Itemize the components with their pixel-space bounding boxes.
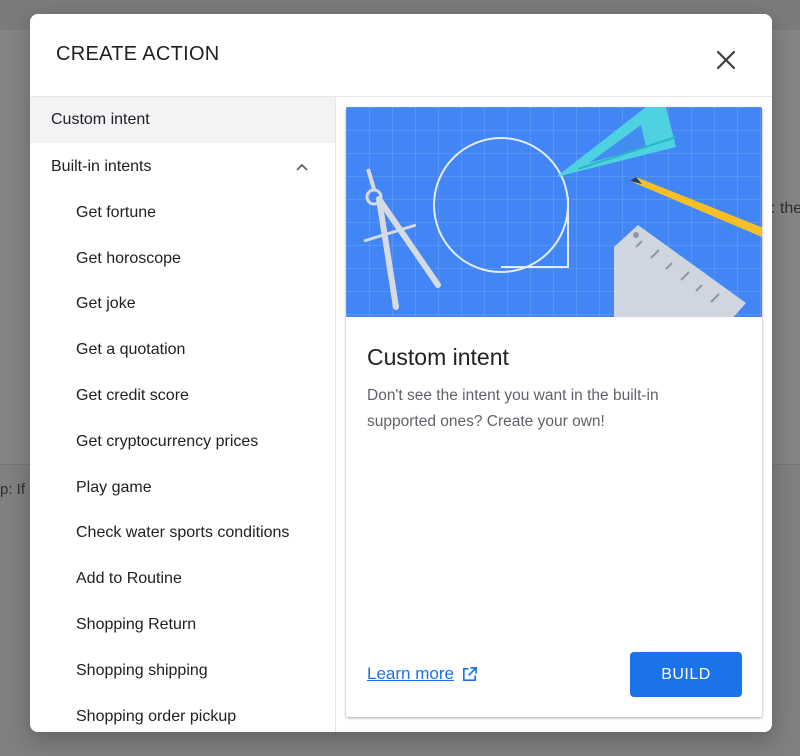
chevron-up-icon bbox=[296, 163, 308, 171]
intent-detail-card: Custom intent Don't see the intent you w… bbox=[346, 107, 762, 717]
build-button[interactable]: BUILD bbox=[630, 652, 742, 697]
sidebar-item-play-game[interactable]: Play game bbox=[30, 465, 335, 511]
detail-description: Don't see the intent you want in the bui… bbox=[367, 387, 659, 430]
dialog-header: CREATE ACTION bbox=[30, 14, 772, 97]
sidebar-item-label: Built-in intents bbox=[51, 158, 152, 175]
detail-title: Custom intent bbox=[367, 344, 509, 370]
sidebar-item-shopping-return[interactable]: Shopping Return bbox=[30, 602, 335, 648]
close-button[interactable] bbox=[710, 44, 742, 76]
background-text-fragment: : the bbox=[771, 200, 800, 217]
sidebar-item-get-horoscope[interactable]: Get horoscope bbox=[30, 236, 335, 282]
dialog-title: CREATE ACTION bbox=[56, 43, 220, 65]
sidebar-item-shopping-order-pickup[interactable]: Shopping order pickup bbox=[30, 694, 335, 732]
sidebar-item-get-joke[interactable]: Get joke bbox=[30, 282, 335, 328]
sidebar-item-get-crypto-prices[interactable]: Get cryptocurrency prices bbox=[30, 419, 335, 465]
sidebar-item-label: Custom intent bbox=[51, 111, 150, 128]
sidebar-item-shopping-shipping[interactable]: Shopping shipping bbox=[30, 648, 335, 694]
builtin-intents-list: Get fortune Get horoscope Get joke Get a… bbox=[30, 190, 335, 732]
background-text-fragment: p: If bbox=[0, 481, 26, 498]
sidebar-item-add-to-routine[interactable]: Add to Routine bbox=[30, 556, 335, 602]
close-icon bbox=[716, 50, 736, 70]
learn-more-label: Learn more bbox=[367, 664, 454, 683]
open-in-new-icon bbox=[462, 666, 477, 681]
intent-list-panel: Custom intent Built-in intents Get fortu… bbox=[30, 97, 336, 732]
sidebar-item-custom-intent[interactable]: Custom intent bbox=[30, 97, 335, 143]
sidebar-item-get-credit-score[interactable]: Get credit score bbox=[30, 373, 335, 419]
builtin-intents-toggle[interactable]: Built-in intents bbox=[30, 144, 335, 190]
blueprint-illustration bbox=[346, 107, 762, 317]
sidebar-item-water-sports[interactable]: Check water sports conditions bbox=[30, 511, 335, 557]
intent-detail-panel: Custom intent Don't see the intent you w… bbox=[336, 97, 772, 732]
create-action-dialog: CREATE ACTION Custom intent Built-in int… bbox=[30, 14, 772, 732]
learn-more-link[interactable]: Learn more bbox=[367, 664, 478, 684]
sidebar-item-get-quotation[interactable]: Get a quotation bbox=[30, 327, 335, 373]
sidebar-item-get-fortune[interactable]: Get fortune bbox=[30, 190, 335, 236]
